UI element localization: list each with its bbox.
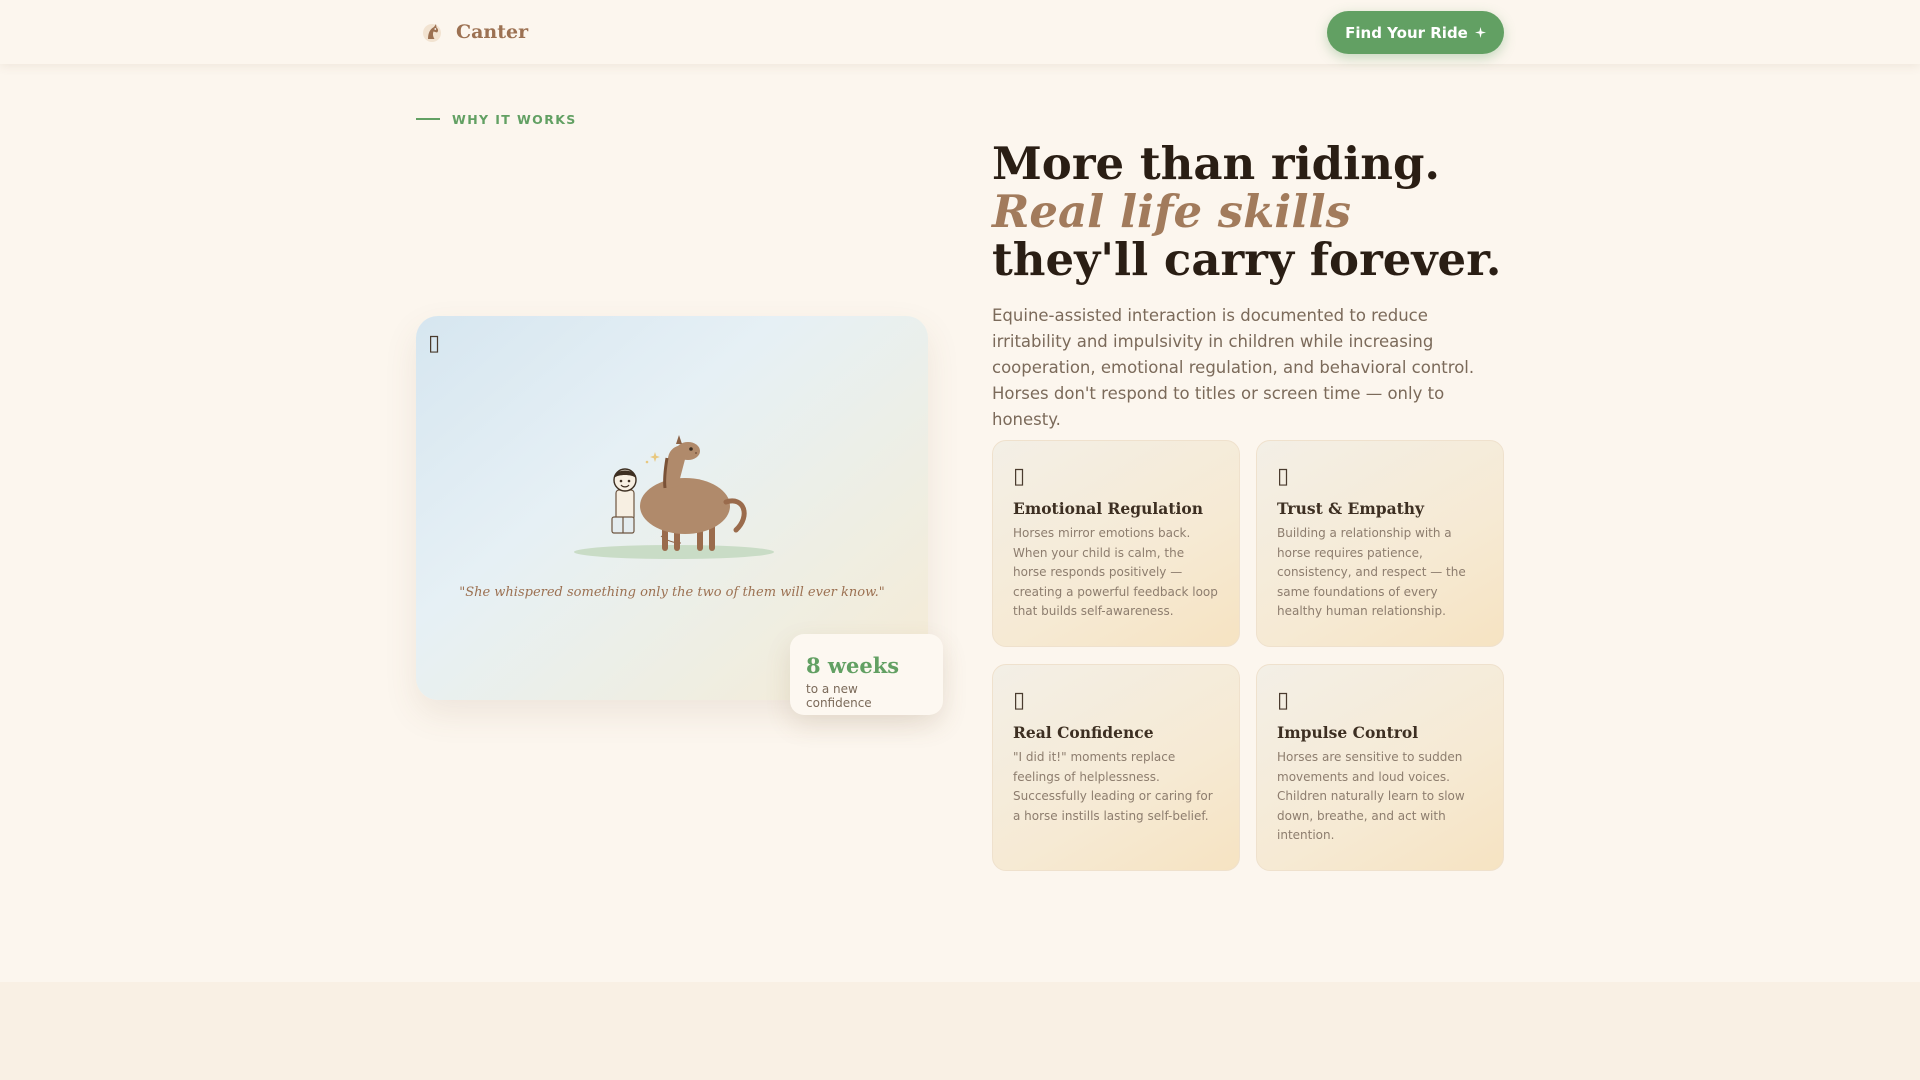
missing-emoji-icon: ▯ — [1277, 688, 1290, 713]
feature-card-emotional-regulation: ▯ Emotional Regulation Horses mirror emo… — [992, 440, 1240, 647]
top-navigation-bar: Canter Find Your Ride — [0, 0, 1920, 64]
eyebrow-label: WHY IT WORKS — [452, 111, 577, 127]
next-section-band — [0, 982, 1920, 1080]
feature-title: Emotional Regulation — [1013, 499, 1203, 518]
brand-logo-link[interactable]: Canter — [420, 19, 528, 45]
missing-emoji-icon: ▯ — [1013, 688, 1026, 713]
brand-name: Canter — [456, 21, 529, 43]
horse-head-icon — [423, 24, 441, 42]
feature-card-real-confidence: ▯ Real Confidence "I did it!" moments re… — [992, 664, 1240, 871]
section-headline: More than riding. Real life skills they'… — [992, 140, 1552, 284]
find-your-ride-button[interactable]: Find Your Ride — [1327, 11, 1504, 54]
eyebrow-divider — [416, 118, 440, 120]
feature-description: "I did it!" moments replace feelings of … — [1013, 750, 1213, 823]
feature-description: Building a relationship with a horse req… — [1277, 526, 1466, 618]
feature-title: Impulse Control — [1277, 723, 1419, 742]
feature-description: Horses mirror emotions back. When your c… — [1013, 526, 1218, 618]
missing-emoji-icon: ▯ — [1277, 464, 1290, 489]
find-your-ride-label: Find Your Ride — [1345, 23, 1468, 42]
feature-title: Real Confidence — [1013, 723, 1154, 742]
headline-line-2: Real life skills — [992, 185, 1351, 238]
headline-line-3: they'll carry forever. — [992, 233, 1502, 286]
missing-emoji-icon: ▯ — [1013, 464, 1026, 489]
section-intro: Equine-assisted interaction is documente… — [992, 306, 1475, 429]
stat-card: 8 weeks to a new confidence — [790, 634, 943, 715]
feature-card-trust-empathy: ▯ Trust & Empathy Building a relationshi… — [1256, 440, 1504, 647]
headline-line-1: More than riding. — [992, 137, 1441, 190]
illustration-quote: "She whispered something only the two of… — [459, 585, 885, 600]
section-eyebrow: WHY IT WORKS — [416, 110, 577, 128]
child-with-horse-illustration — [574, 435, 774, 559]
sparkle-icon — [1474, 27, 1486, 38]
missing-emoji-icon: ▯ — [428, 331, 441, 356]
stat-number: 8 weeks — [806, 653, 900, 678]
feature-description: Horses are sensitive to sudden movements… — [1277, 750, 1465, 842]
feature-title: Trust & Empathy — [1277, 499, 1425, 518]
stat-label: to a new confidence — [806, 682, 872, 710]
feature-card-impulse-control: ▯ Impulse Control Horses are sensitive t… — [1256, 664, 1504, 871]
